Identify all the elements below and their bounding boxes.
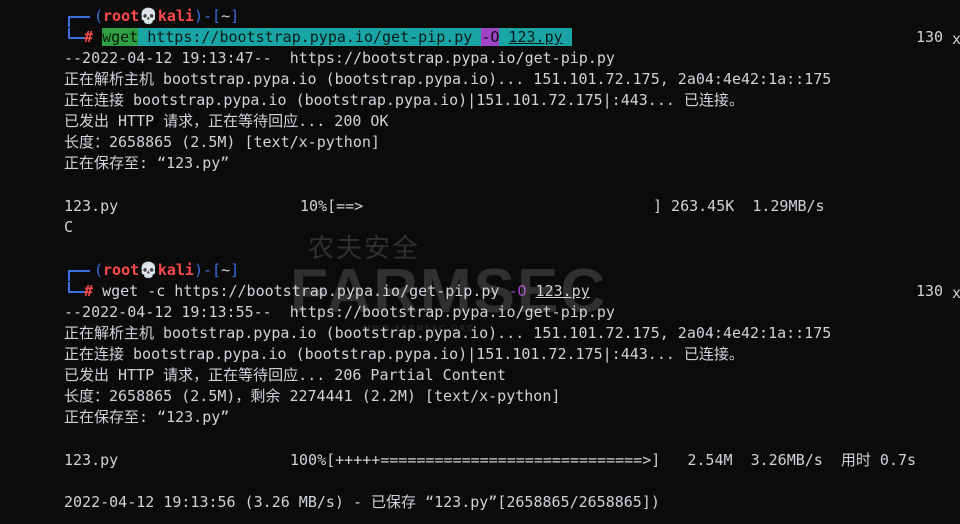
- output-line: --2022-04-12 19:13:55-- https://bootstra…: [64, 303, 615, 321]
- output-line: 正在解析主机 bootstrap.pypa.io (bootstrap.pypa…: [64, 324, 832, 342]
- skull-icon: 💀: [139, 7, 158, 25]
- prompt-host: kali: [157, 261, 194, 279]
- prompt-user: root: [103, 261, 140, 279]
- scroll-edge-1: x: [952, 30, 960, 48]
- prompt-hash: #: [84, 28, 94, 46]
- interrupt-char: C: [64, 218, 74, 236]
- prompt-line-1: (root💀kali)-[~]: [94, 7, 240, 25]
- prompt-corner-top: [68, 270, 90, 281]
- output-line: 已发出 HTTP 请求，正在等待回应... 206 Partial Conten…: [64, 366, 506, 384]
- exit-code-2: 130: [916, 282, 944, 300]
- progress-bar-1: 10%[==>: [300, 197, 364, 215]
- output-line: 正在连接 bootstrap.pypa.io (bootstrap.pypa.i…: [64, 345, 744, 363]
- saved-message: 2022-04-12 19:13:56 (3.26 MB/s) - 已保存 “1…: [64, 493, 660, 511]
- terminal-window[interactable]: (root💀kali)-[~] # wget https://bootstrap…: [0, 0, 960, 524]
- progress-bar-2: 100%[+++++=============================>…: [290, 451, 917, 469]
- output-line: 正在保存至: “123.py”: [64, 154, 230, 172]
- scroll-edge-2: x: [952, 284, 960, 302]
- cmd-flag: -O: [508, 282, 527, 300]
- output-line: 长度：2658865 (2.5M) [text/x-python]: [64, 133, 380, 151]
- prompt-hash: #: [84, 282, 94, 300]
- cmd-wget: wget: [102, 28, 139, 46]
- output-line: 正在连接 bootstrap.pypa.io (bootstrap.pypa.i…: [64, 91, 744, 109]
- cmd-file: 123.py: [508, 28, 563, 46]
- cmd-url: https://bootstrap.pypa.io/get-pip.py: [147, 28, 473, 46]
- watermark-cn: 农夫安全: [308, 234, 421, 264]
- output-line: 长度：2658865 (2.5M)，剩余 2274441 (2.2M) [tex…: [64, 387, 561, 405]
- progress-file-1: 123.py: [64, 197, 119, 215]
- progress-stats-1: ] 263.45K 1.29MB/s: [653, 197, 825, 215]
- exit-code-1: 130: [916, 28, 944, 46]
- output-line: --2022-04-12 19:13:47-- https://bootstra…: [64, 49, 615, 67]
- command-line-2[interactable]: # wget -c https://bootstrap.pypa.io/get-…: [84, 281, 590, 302]
- skull-icon: 💀: [139, 261, 158, 279]
- prompt-host: kali: [157, 7, 194, 25]
- output-line: 正在保存至: “123.py”: [64, 408, 230, 426]
- prompt-line-2: (root💀kali)-[~]: [94, 261, 240, 279]
- prompt-corner-top: [68, 16, 90, 27]
- command-line-1[interactable]: # wget https://bootstrap.pypa.io/get-pip…: [84, 27, 572, 48]
- output-line: 正在解析主机 bootstrap.pypa.io (bootstrap.pypa…: [64, 70, 832, 88]
- prompt-dir: ~: [221, 7, 231, 25]
- cmd-flag: -O: [481, 28, 500, 46]
- prompt-dir: ~: [221, 261, 231, 279]
- output-line: 已发出 HTTP 请求，正在等待回应... 200 OK: [64, 112, 389, 130]
- progress-file-2: 123.py: [64, 451, 119, 469]
- cmd-file: 123.py: [535, 282, 590, 300]
- prompt-user: root: [103, 7, 140, 25]
- cmd-text: wget -c https://bootstrap.pypa.io/get-pi…: [102, 282, 509, 300]
